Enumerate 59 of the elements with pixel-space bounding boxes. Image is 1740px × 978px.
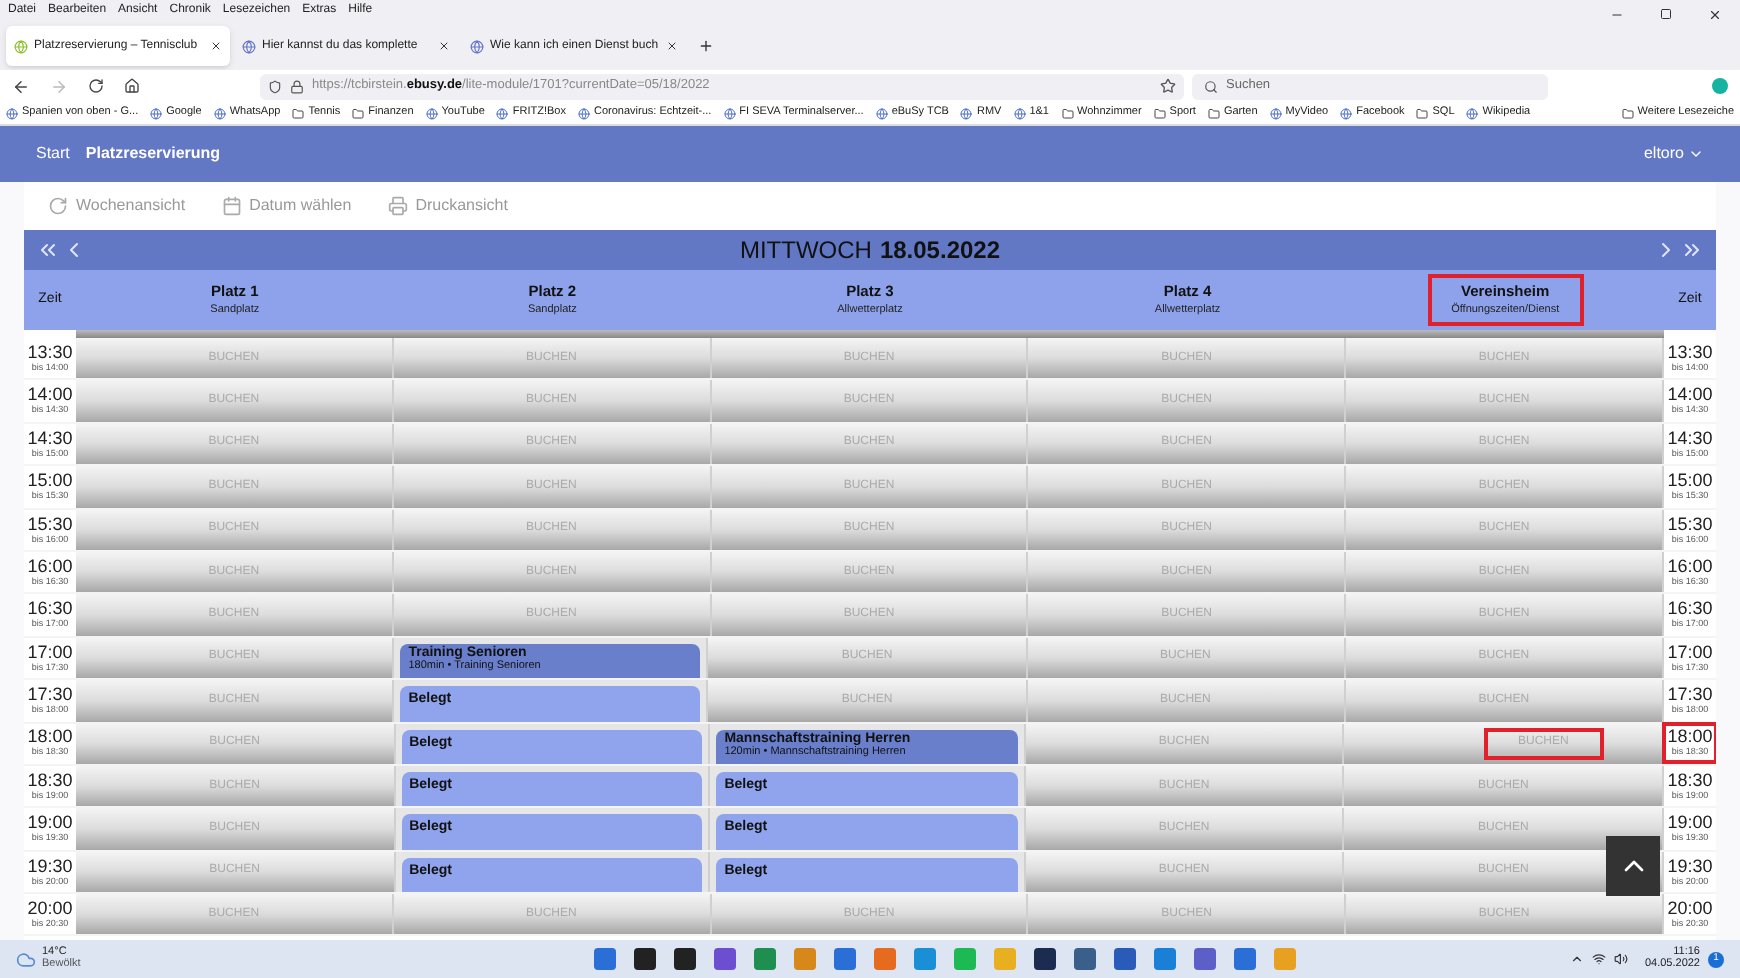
- scroll-top-button[interactable]: [1606, 836, 1660, 896]
- printer-icon: [387, 196, 408, 216]
- taskbar-app-icon[interactable]: [1034, 948, 1057, 970]
- lock-icon: [290, 79, 304, 93]
- folder-icon: [292, 107, 305, 119]
- site-icon: [960, 107, 973, 119]
- taskbar-app-icon[interactable]: [674, 948, 697, 970]
- speaker-icon[interactable]: [1614, 952, 1629, 966]
- nav-link[interactable]: Platzreservierung: [85, 142, 221, 166]
- toolbar-button[interactable]: Wochenansicht: [48, 194, 186, 218]
- wifi-icon[interactable]: [1592, 952, 1607, 966]
- new-tab-icon[interactable]: [698, 38, 714, 54]
- next-week-icon[interactable]: [1679, 238, 1704, 262]
- site-icon: [150, 107, 163, 119]
- site-icon: [1340, 107, 1353, 119]
- calendar-icon: [221, 196, 242, 216]
- site-icon: [242, 39, 256, 53]
- home-icon[interactable]: [124, 78, 140, 94]
- user-menu[interactable]: eltoro: [1643, 142, 1704, 166]
- site-icon: [1013, 107, 1026, 119]
- site-icon: [1466, 107, 1479, 119]
- nav-link[interactable]: Start: [36, 142, 70, 166]
- account-icon[interactable]: [1712, 78, 1728, 94]
- site-icon: [14, 39, 28, 53]
- date-heading: MITTWOCH 18.05.2022: [739, 234, 1001, 268]
- folder-icon: [1621, 107, 1634, 119]
- site-icon: [577, 107, 590, 119]
- previous-week-icon[interactable]: [36, 238, 60, 262]
- site-icon: [723, 107, 736, 119]
- folder-icon: [1061, 107, 1073, 119]
- weather-icon: [16, 949, 36, 969]
- refresh-icon: [48, 196, 68, 216]
- close-icon[interactable]: [1708, 8, 1722, 22]
- site-icon: [470, 39, 484, 53]
- minimize-icon[interactable]: [1610, 8, 1624, 22]
- close-icon[interactable]: [438, 40, 450, 52]
- caret-icon: [1688, 146, 1704, 162]
- site-icon: [496, 107, 509, 119]
- site-icon: [425, 107, 438, 119]
- site-icon: [6, 107, 18, 119]
- folder-icon: [352, 107, 365, 119]
- maximize-icon[interactable]: [1660, 8, 1672, 20]
- reload-icon[interactable]: [88, 78, 104, 94]
- back-icon[interactable]: [12, 77, 30, 95]
- bookmark-star-icon[interactable]: [1160, 78, 1176, 94]
- shield-icon: [268, 79, 282, 93]
- site-icon: [213, 107, 226, 119]
- close-icon[interactable]: [666, 40, 678, 52]
- folder-icon: [1153, 107, 1166, 119]
- taskbar-app-icon[interactable]: [634, 948, 657, 970]
- toolbar-button[interactable]: Datum wählen: [221, 194, 352, 218]
- close-icon[interactable]: [210, 40, 222, 52]
- search-icon: [1204, 79, 1218, 93]
- chevron-up-icon[interactable]: [1570, 952, 1585, 966]
- folder-icon: [1207, 107, 1220, 119]
- site-icon: [1269, 107, 1282, 119]
- toolbar-button[interactable]: Druckansicht: [387, 194, 508, 218]
- site-icon: [875, 107, 888, 119]
- folder-icon: [1416, 107, 1429, 119]
